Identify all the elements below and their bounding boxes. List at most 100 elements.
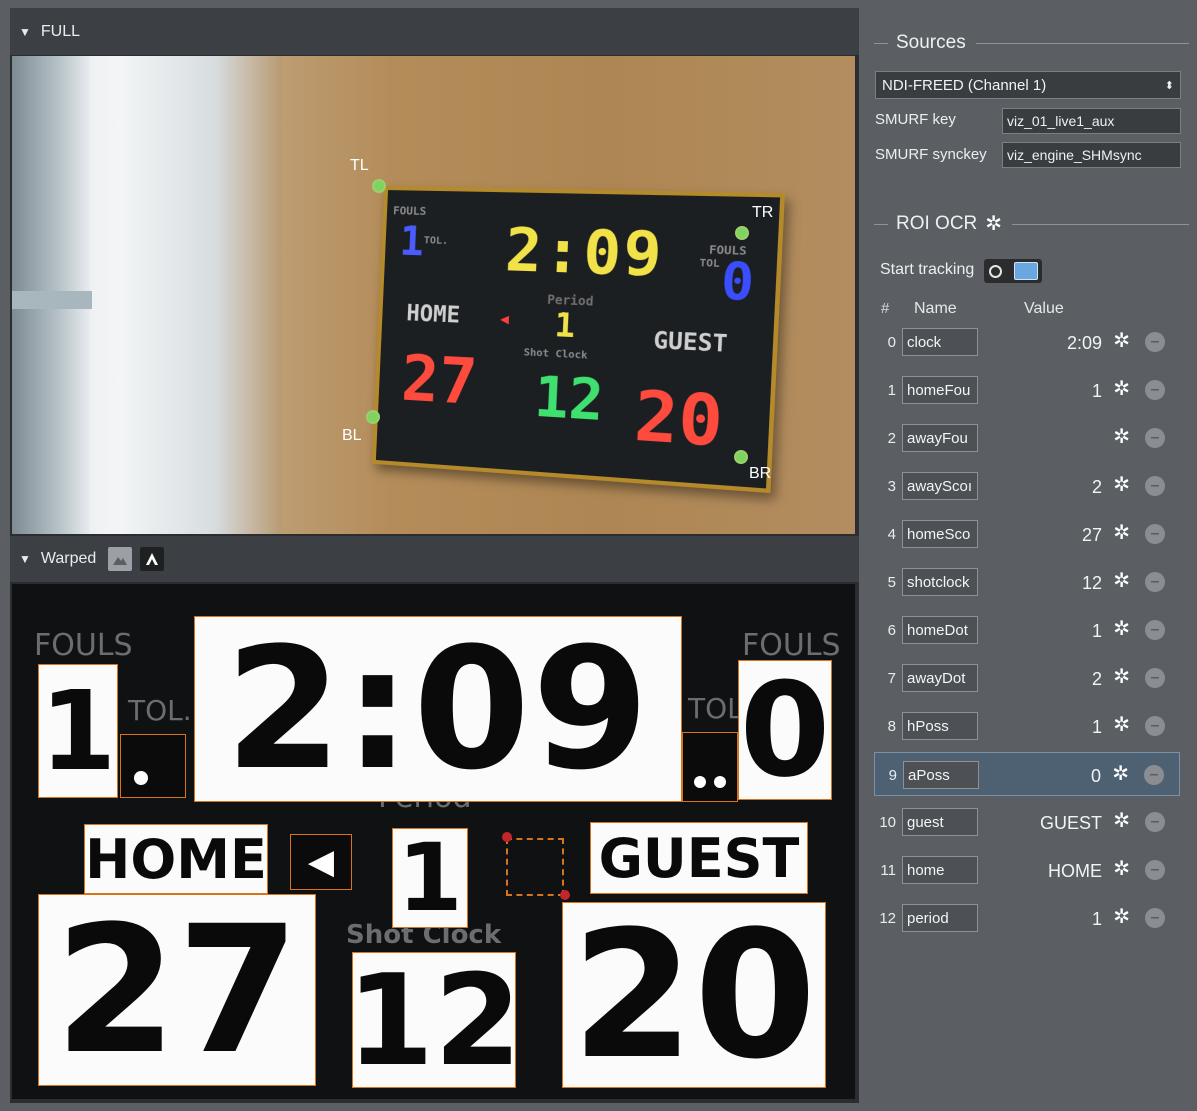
roi-value: 1 (1092, 621, 1102, 642)
roi-settings-gear-icon[interactable]: ✲ (1113, 667, 1130, 687)
roi-row-10[interactable]: 10 guest GUEST ✲ – (874, 800, 1180, 844)
corner-handle-br[interactable] (734, 450, 748, 464)
roi-box-clock[interactable]: 2:09 (194, 616, 682, 802)
roi-row-12[interactable]: 12 period 1 ✲ – (874, 896, 1180, 940)
roi-settings-gear-icon[interactable]: ✲ (1113, 523, 1130, 543)
roi-settings-gear-icon[interactable]: ✲ (1113, 379, 1130, 399)
remove-roi-icon[interactable]: – (1145, 716, 1165, 736)
roi-name-field[interactable]: aPoss (903, 761, 979, 789)
remove-roi-icon[interactable]: – (1144, 765, 1164, 785)
roi-name-field[interactable]: clock (902, 328, 978, 356)
view-mode-image-button[interactable] (108, 547, 132, 571)
roi-box-home-possession[interactable]: ◀ (290, 834, 352, 890)
warped-view[interactable]: FOULS FOULS TOL. TOL Period Shot Clock 1… (12, 584, 855, 1099)
roi-row-9[interactable]: 9 aPoss 0 ✲ – (874, 752, 1180, 796)
roi-settings-gear-icon[interactable]: ✲ (1113, 619, 1130, 639)
remove-roi-icon[interactable]: – (1145, 332, 1165, 352)
collapse-triangle-icon[interactable]: ▼ (19, 25, 31, 39)
roi-settings-gear-icon[interactable]: ✲ (1113, 715, 1130, 735)
roi-name-field[interactable]: guest (902, 808, 978, 836)
smurf-key-field[interactable]: viz_01_live1_aux (1002, 108, 1181, 134)
roi-row-index: 7 (874, 670, 896, 687)
roi-row-11[interactable]: 11 home HOME ✲ – (874, 848, 1180, 892)
roi-settings-gear-icon[interactable]: ✲ (1113, 859, 1130, 879)
warped-panel-header[interactable]: ▼ Warped (10, 536, 859, 583)
roi-row-4[interactable]: 4 homeSco 27 ✲ – (874, 512, 1180, 556)
roi-name-field[interactable]: period (902, 904, 978, 932)
roi-value: 0 (1091, 766, 1101, 787)
roi-settings-gear-icon[interactable]: ✲ (1113, 427, 1130, 447)
roi-settings-gear-icon[interactable]: ✲ (985, 214, 1002, 234)
dot-mark (714, 776, 726, 788)
roi-box-home-fouls[interactable]: 1 (38, 664, 118, 798)
remove-roi-icon[interactable]: – (1145, 860, 1165, 880)
roi-name-field[interactable]: home (902, 856, 978, 884)
roi-row-index: 11 (874, 862, 896, 879)
roi-box-home-score[interactable]: 27 (38, 894, 316, 1086)
full-panel-header[interactable]: ▼ FULL (10, 8, 859, 56)
roi-value: 1 (1092, 909, 1102, 930)
camera-view[interactable]: FOULS 1 TOL. 2:09 FOULS TOL 0 Period HOM… (12, 56, 855, 534)
smurf-synckey-field[interactable]: viz_engine_SHMsync (1002, 142, 1181, 168)
corner-handle-bl[interactable] (366, 410, 380, 424)
roi-name-field[interactable]: awayDot (902, 664, 978, 692)
roi-settings-gear-icon[interactable]: ✲ (1113, 571, 1130, 591)
remove-roi-icon[interactable]: – (1145, 668, 1165, 688)
remove-roi-icon[interactable]: – (1145, 428, 1165, 448)
roi-row-0[interactable]: 0 clock 2:09 ✲ – (874, 320, 1180, 364)
corner-handle-tl[interactable] (372, 179, 386, 193)
remove-roi-icon[interactable]: – (1145, 476, 1165, 496)
view-mode-threshold-button[interactable] (140, 547, 164, 571)
roi-name-field[interactable]: homeFou (902, 376, 978, 404)
roi-box-away-possession[interactable] (506, 838, 564, 896)
roi-settings-gear-icon[interactable]: ✲ (1113, 907, 1130, 927)
roi-box-home-label[interactable]: HOME (84, 824, 268, 894)
roi-box-guest-score[interactable]: 20 (562, 902, 826, 1088)
roi-name-field[interactable]: homeDot (902, 616, 978, 644)
roi-row-6[interactable]: 6 homeDot 1 ✲ – (874, 608, 1180, 652)
roi-name-field[interactable]: shotclock (902, 568, 978, 596)
remove-roi-icon[interactable]: – (1145, 380, 1165, 400)
roi-box-period[interactable]: 1 (392, 828, 468, 928)
roi-name-field[interactable]: homeSco (902, 520, 978, 548)
collapse-triangle-icon[interactable]: ▼ (19, 552, 31, 566)
roi-row-index: 4 (874, 526, 896, 543)
start-tracking-toggle[interactable] (984, 259, 1042, 283)
roi-row-1[interactable]: 1 homeFou 1 ✲ – (874, 368, 1180, 412)
left-pane: ▼ FULL FOULS 1 TOL. 2:09 FOULS TOL 0 Per… (10, 8, 859, 1103)
roi-row-2[interactable]: 2 awayFou ✲ – (874, 416, 1180, 460)
roi-row-5[interactable]: 5 shotclock 12 ✲ – (874, 560, 1180, 604)
divider (976, 43, 1189, 44)
roi-name-field[interactable]: hPoss (902, 712, 978, 740)
remove-roi-icon[interactable]: – (1145, 620, 1165, 640)
roi-row-8[interactable]: 8 hPoss 1 ✲ – (874, 704, 1180, 748)
source-select[interactable]: NDI-FREED (Channel 1) ⬍ (875, 71, 1181, 99)
roi-settings-gear-icon[interactable]: ✲ (1113, 475, 1130, 495)
roi-box-away-dot[interactable] (682, 732, 738, 802)
letter-a-icon (144, 552, 160, 566)
remove-roi-icon[interactable]: – (1145, 572, 1165, 592)
roi-row-7[interactable]: 7 awayDot 2 ✲ – (874, 656, 1180, 700)
board-period: 1 (554, 305, 576, 345)
roi-handle-tl[interactable] (502, 832, 512, 842)
roi-box-shot-clock[interactable]: 12 (352, 952, 516, 1088)
roi-value: 27 (1082, 525, 1102, 546)
full-panel-title: FULL (41, 23, 80, 41)
scoreboard-image: FOULS 1 TOL. 2:09 FOULS TOL 0 Period HOM… (372, 186, 785, 493)
roi-name-field[interactable]: awayFou (902, 424, 978, 452)
roi-box-home-dot[interactable] (120, 734, 186, 798)
roi-settings-gear-icon[interactable]: ✲ (1113, 811, 1130, 831)
remove-roi-icon[interactable]: – (1145, 524, 1165, 544)
corner-handle-tr[interactable] (735, 226, 749, 240)
roi-handle-br[interactable] (560, 890, 570, 900)
roi-name-field[interactable]: awayScoı (902, 472, 978, 500)
roi-settings-gear-icon[interactable]: ✲ (1113, 331, 1130, 351)
roi-row-3[interactable]: 3 awayScoı 2 ✲ – (874, 464, 1180, 508)
remove-roi-icon[interactable]: – (1145, 908, 1165, 928)
warp-tol-right: TOL (688, 692, 743, 725)
corner-label-bl: BL (342, 427, 362, 445)
roi-box-guest-fouls[interactable]: 0 (738, 660, 832, 800)
roi-box-guest-label[interactable]: GUEST (590, 822, 808, 894)
roi-settings-gear-icon[interactable]: ✲ (1112, 764, 1129, 784)
remove-roi-icon[interactable]: – (1145, 812, 1165, 832)
